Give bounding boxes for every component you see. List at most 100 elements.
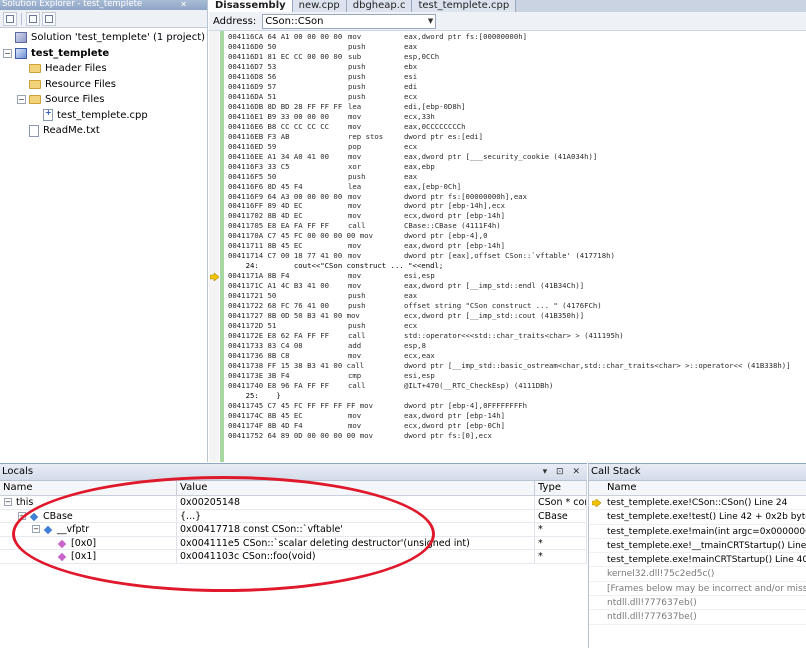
disassembly-line[interactable]: 004116D7 53 push ebx (228, 62, 806, 72)
call-stack-frame[interactable]: [Frames below may be incorrect and/or mi… (589, 582, 806, 597)
tab-disassembly[interactable]: Disassembly (209, 0, 293, 12)
disassembly-line[interactable]: 0041170A C7 45 FC 00 00 00 00 mov dword p… (228, 231, 806, 241)
disassembly-line[interactable]: 004116FF 89 4D EC mov dword ptr [ebp-14h],… (228, 201, 806, 211)
disassembly-line[interactable]: 00411736 8B C8 mov ecx,eax (228, 351, 806, 361)
instruction-mnemonic: rep stos (348, 131, 384, 141)
tree-item[interactable]: Resource Files (0, 77, 207, 93)
locals-row[interactable]: − __vfptr 0x00417718 const CSon::`vftable'… (0, 523, 587, 537)
variable-name: this (16, 497, 34, 508)
tab-new-cpp[interactable]: new.cpp (292, 0, 347, 12)
address-combobox[interactable]: CSon::CSon ▼ (262, 13, 437, 29)
disassembly-line[interactable]: 0041174F 8B 4D F4 mov ecx,dword ptr [ebp-0… (228, 421, 806, 431)
call-stack-frame[interactable]: test_templete.exe!CSon::CSon() Line 24 (589, 496, 806, 511)
disassembly-line[interactable]: 0041172D 51 push ecx (228, 321, 806, 331)
disassembly-line[interactable]: 0041172E E8 62 FA FF FF call std::operator… (228, 331, 806, 341)
instruction-operands: @ILT+470(__RTC_CheckEsp) (4111DBh) (404, 380, 554, 390)
close-icon[interactable]: ✕ (180, 0, 187, 9)
tab-test-templete-cpp[interactable]: test_templete.cpp (412, 0, 517, 12)
source-line[interactable]: 25: } (228, 391, 806, 401)
locals-row[interactable]: − CBase {...} CBase (0, 509, 587, 523)
disassembly-line[interactable]: 004116E1 B9 33 00 00 00 mov ecx,33h (228, 112, 806, 122)
disassembly-line[interactable]: 004116F3 33 C5 xor eax,ebp (228, 162, 806, 172)
tree-item[interactable]: − Source Files (0, 92, 207, 108)
instruction-address: 004116D7 53 (228, 61, 277, 71)
disassembly-line[interactable]: 00411727 8B 0D 50 B3 41 00 mov ecx,dword … (228, 311, 806, 321)
disassembly-line[interactable]: 00411721 50 push eax (228, 291, 806, 301)
call-stack-frame[interactable]: test_templete.exe!__tmainCRTStartup() Li… (589, 539, 806, 554)
disassembly-line[interactable]: 00411711 8B 45 EC mov eax,dword ptr [ebp-1… (228, 241, 806, 251)
value-column-header[interactable]: Value (177, 481, 535, 495)
disassembly-line[interactable]: 004116EE A1 34 A0 41 00 mov eax,dword ptr … (228, 152, 806, 162)
tree-item[interactable]: Solution 'test_templete' (1 project) (0, 30, 207, 46)
disassembly-line[interactable]: 004116D9 57 push edi (228, 82, 806, 92)
locals-row[interactable]: −this0x00205148CSon * const (0, 496, 587, 510)
tree-item-label: test_templete.cpp (57, 109, 148, 121)
tree-item[interactable]: test_templete.cpp (0, 108, 207, 124)
disassembly-line[interactable]: 004116CA 64 A1 00 00 00 00 mov eax,dword p… (228, 32, 806, 42)
show-all-files-icon[interactable] (26, 11, 40, 26)
source-line[interactable]: 24: cout<<"CSon construct ... "<<endl; (228, 261, 806, 271)
disassembly-line[interactable]: 004116ED 59 pop ecx (228, 142, 806, 152)
locals-panel: Locals ▾ ⊡ ✕ Name Value Type − this 0x0020… (0, 463, 587, 648)
instruction-operands: dword ptr [__imp_std::basic_ostream<char… (404, 360, 791, 370)
disassembly-line[interactable]: 00411752 64 89 0D 00 00 00 00 mov dword p… (228, 431, 806, 441)
collapse-icon[interactable]: − (4, 498, 12, 506)
call-stack-frame[interactable]: ntdll.dll!777637be() (589, 610, 806, 625)
call-stack-frame[interactable]: ntdll.dll!777637eb() (589, 596, 806, 611)
collapse-icon[interactable]: − (3, 48, 12, 58)
instruction-address: 0041172E E8 62 FA FF FF (228, 331, 330, 341)
disassembly-line[interactable]: 004116F5 50 push eax (228, 172, 806, 182)
collapse-icon[interactable]: − (17, 95, 26, 105)
call-stack-frame[interactable]: test_templete.exe!test() Line 42 + 0x2b … (589, 510, 806, 525)
tab-dbgheap-c[interactable]: dbgheap.c (346, 0, 413, 12)
disassembly-line[interactable]: 004116F9 64 A3 00 00 00 00 mov dword ptr f… (228, 192, 806, 202)
variable-name: CBase (43, 510, 73, 522)
disassembly-line[interactable]: 00411745 C7 45 FC FF FF FF FF mov dword p… (228, 401, 806, 411)
tree-item-label: Source Files (45, 94, 105, 106)
disassembly-line[interactable]: 004116D1 81 EC CC 00 00 00 sub esp,0CCh (228, 52, 806, 62)
instruction-address: 004116CA 64 A1 00 00 00 00 (228, 32, 343, 41)
disassembly-line[interactable]: 004116EB F3 AB rep stos dword ptr es:[edi] (228, 132, 806, 142)
instruction-operands: esp,0CCh (404, 51, 440, 61)
instruction-operands: ecx,dword ptr [ebp-14h] (404, 211, 506, 221)
disassembly-line[interactable]: 00411722 68 FC 76 41 00 push offset string… (228, 301, 806, 311)
call-stack-frame[interactable]: test_templete.exe!main(int argc=0x000000… (589, 525, 806, 539)
disassembly-line[interactable]: 0041173E 3B F4 cmp esi,esp (228, 371, 806, 381)
pane-controls[interactable]: ▾ ⊡ ✕ (543, 464, 583, 480)
collapse-icon[interactable]: − (18, 511, 26, 520)
disassembly-line[interactable]: 0041174C 8B 45 EC mov eax,dword ptr [ebp-1… (228, 411, 806, 421)
disassembly-line[interactable]: 00411702 8B 4D EC mov ecx,dword ptr [ebp-1… (228, 211, 806, 221)
disassembly-line[interactable]: 004116E6 B8 CC CC CC CC mov eax,0CCCCCCCCh (228, 122, 806, 132)
disassembly-line[interactable]: 0041171C A1 4C B3 41 00 mov eax,dword ptr … (228, 281, 806, 291)
name-column-header[interactable]: Name (0, 481, 177, 495)
disassembly-line[interactable]: 004116F6 8D 45 F4 lea eax,[ebp-0Ch] (228, 182, 806, 192)
tree-item[interactable]: ReadMe.txt (0, 123, 207, 139)
properties-icon[interactable] (3, 11, 17, 26)
disassembly-view[interactable]: 004116CA 64 A1 00 00 00 00 mov eax,dword p… (209, 31, 806, 462)
call-stack-frame[interactable]: test_templete.exe!mainCRTStartup() Line … (589, 553, 806, 568)
collapse-icon[interactable]: − (32, 525, 40, 533)
disassembly-line[interactable]: 0041171A 8B F4 mov esi,esp (228, 271, 806, 281)
disassembly-line[interactable]: 00411714 C7 00 18 77 41 00 mov dword ptr [… (228, 251, 806, 261)
instruction-operands: ecx,eax (404, 351, 435, 360)
instruction-mnemonic: mov (348, 201, 362, 211)
instruction-address: 0041173E 3B F4 (228, 370, 290, 380)
disassembly-line[interactable]: 00411740 E8 96 FA FF FF call @ILT+470(__RT… (228, 381, 806, 391)
disassembly-line[interactable]: 004116DB 8D BD 28 FF FF FF lea edi,[ebp-0D… (228, 102, 806, 112)
view-class-diagram-icon[interactable] (42, 11, 56, 26)
call-stack-name-header[interactable]: Name (589, 481, 806, 496)
chevron-down-icon[interactable]: ▼ (428, 15, 433, 28)
disassembly-line[interactable]: 004116D0 50 push eax (228, 42, 806, 52)
disassembly-line[interactable]: 00411705 E8 EA FA FF FF call CBase::CBase … (228, 221, 806, 231)
instruction-address: 00411738 FF 15 38 B3 41 00 call (228, 360, 365, 370)
locals-row[interactable]: [0x1] 0x0041103c CSon::foo(void) * (0, 550, 587, 564)
disassembly-line[interactable]: 00411733 83 C4 08 add esp,8 (228, 341, 806, 351)
type-column-header[interactable]: Type (535, 481, 587, 495)
call-stack-frame[interactable]: kernel32.dll!75c2ed5c() (589, 567, 806, 582)
disassembly-line[interactable]: 004116D8 56 push esi (228, 72, 806, 82)
locals-row[interactable]: [0x0] 0x004111e5 CSon::`scalar deleting d… (0, 536, 587, 550)
disassembly-line[interactable]: 004116DA 51 push ecx (228, 92, 806, 102)
tree-item[interactable]: − test_templete (0, 46, 207, 62)
disassembly-line[interactable]: 00411738 FF 15 38 B3 41 00 call dword ptr… (228, 361, 806, 371)
tree-item[interactable]: Header Files (0, 61, 207, 77)
